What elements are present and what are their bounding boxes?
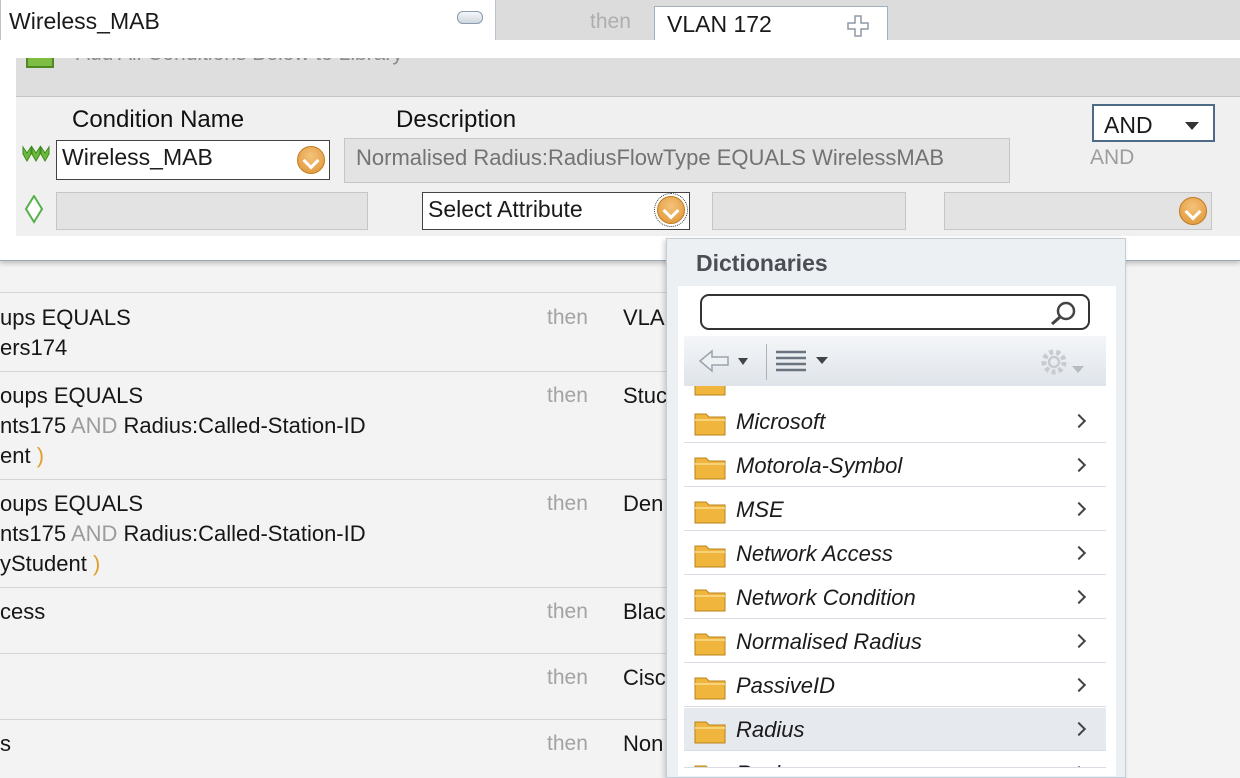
policy-row-result[interactable]: Den <box>623 491 663 517</box>
dictionaries-title: Dictionaries <box>696 250 828 276</box>
folder-icon <box>694 721 726 744</box>
dictionary-item[interactable]: Normalised Radius <box>684 620 1106 663</box>
dictionary-toolbar <box>684 336 1106 387</box>
folder-icon <box>694 413 726 436</box>
folder-icon <box>694 765 708 767</box>
description-header: Description <box>396 106 517 133</box>
condition-picker-button[interactable] <box>297 146 325 174</box>
policy-row-condition: oups EQUALS nts175 AND Radius:Called-Sta… <box>0 491 366 576</box>
attribute-picker-button[interactable] <box>654 193 688 227</box>
select-attribute-field[interactable]: Select Attribute <box>422 192 690 230</box>
chevron-right-icon[interactable] <box>1071 457 1087 473</box>
folder-icon <box>694 545 726 568</box>
chevron-right-icon[interactable] <box>1071 545 1087 561</box>
dictionary-item-label: MSE <box>736 497 784 522</box>
dictionary-item-label: Ruckus <box>736 761 809 767</box>
dictionary-item-label: Network Access <box>736 541 893 566</box>
operator-hint: AND <box>1090 146 1135 169</box>
row-divider <box>0 719 668 720</box>
list-view-icon[interactable] <box>774 348 832 376</box>
condition-name-header: Condition Name <box>72 106 245 133</box>
folder-icon <box>694 633 726 656</box>
condition-name-field[interactable]: Wireless_MAB <box>56 140 330 180</box>
dictionary-item[interactable]: Network Condition <box>684 576 1106 619</box>
row-divider <box>0 653 668 654</box>
policy-row-condition: cess <box>0 599 46 624</box>
policy-row-result[interactable]: Stuc <box>623 383 667 409</box>
add-result-icon[interactable] <box>847 15 869 37</box>
add-to-library-link[interactable]: Add All Conditions Below to Library <box>76 58 403 66</box>
dropdown-arrow-icon <box>1185 122 1199 130</box>
add-to-library-icon[interactable] <box>26 58 54 68</box>
row-divider <box>0 587 668 588</box>
chevron-right-icon[interactable] <box>1071 633 1087 649</box>
dictionary-item-label: PassiveID <box>736 673 836 698</box>
result-field[interactable]: VLAN 172 <box>654 6 888 42</box>
tree-row-partial <box>684 386 1106 401</box>
then-label: then <box>547 600 588 623</box>
value-picker-button[interactable] <box>1179 197 1207 225</box>
condition-description-value: Normalised Radius:RadiusFlowType EQUALS … <box>356 145 945 170</box>
folder-icon <box>694 501 726 524</box>
dictionary-item[interactable]: Microsoft <box>684 400 1106 443</box>
folder-icon <box>694 589 726 612</box>
rule-name-field[interactable]: Wireless_MAB <box>0 0 496 42</box>
search-icon[interactable] <box>1048 300 1078 326</box>
condition-description-field: Normalised Radius:RadiusFlowType EQUALS … <box>344 138 1010 183</box>
operator-select[interactable]: AND <box>1092 104 1215 142</box>
dictionary-item[interactable]: PassiveID <box>684 664 1106 707</box>
then-label: then <box>547 384 588 407</box>
library-condition-icon <box>22 145 50 163</box>
chevron-right-icon[interactable] <box>1071 721 1087 737</box>
library-toolbar: Add All Conditions Below to Library <box>16 58 1240 97</box>
folder-icon <box>694 386 726 396</box>
folder-icon <box>694 677 726 700</box>
policy-row-result[interactable]: Blac <box>623 599 666 625</box>
dictionary-item[interactable]: Ruckus <box>684 752 1106 768</box>
select-attribute-placeholder: Select Attribute <box>428 196 583 222</box>
value-field[interactable] <box>944 192 1212 230</box>
result-text: VLAN 172 <box>667 11 772 37</box>
policy-row-condition: s <box>0 731 11 756</box>
dictionary-item[interactable]: Radius <box>684 708 1106 751</box>
dictionary-item[interactable]: Network Access <box>684 532 1106 575</box>
new-condition-name-field[interactable] <box>56 192 368 230</box>
chevron-right-icon[interactable] <box>1071 501 1087 517</box>
toolbar-divider <box>766 344 767 380</box>
chevron-right-icon[interactable] <box>1071 677 1087 693</box>
row-divider <box>0 292 668 293</box>
collapse-icon[interactable] <box>457 11 483 24</box>
policy-row-condition: ups EQUALS ers174 <box>0 305 131 360</box>
then-label: then <box>547 492 588 515</box>
back-arrow-icon[interactable] <box>698 348 748 374</box>
row-divider <box>0 371 668 372</box>
policy-row-result[interactable]: VLA <box>623 305 665 331</box>
gear-icon[interactable] <box>1038 346 1092 380</box>
then-label: then <box>547 306 588 329</box>
rule-name-text: Wireless_MAB <box>9 8 160 34</box>
dictionary-item-label: Radius <box>736 717 805 742</box>
row-divider <box>0 479 668 480</box>
new-condition-icon <box>24 195 44 224</box>
dictionary-item-label: Normalised Radius <box>736 629 922 654</box>
policy-row-condition: oups EQUALS nts175 AND Radius:Called-Sta… <box>0 383 366 468</box>
dictionary-item-label: Microsoft <box>736 409 826 434</box>
dictionary-search-input[interactable] <box>700 294 1090 330</box>
dictionary-item[interactable]: MSE <box>684 488 1106 531</box>
operator-field[interactable] <box>712 192 906 230</box>
then-label: then <box>590 10 631 33</box>
folder-icon <box>694 457 726 480</box>
dictionary-item[interactable]: Motorola-Symbol <box>684 444 1106 487</box>
then-label: then <box>547 732 588 755</box>
then-label: then <box>547 666 588 689</box>
policy-row-result[interactable]: Non <box>623 731 663 757</box>
operator-value: AND <box>1104 112 1153 138</box>
chevron-right-icon[interactable] <box>1071 413 1087 429</box>
dictionary-item-label: Motorola-Symbol <box>736 453 903 478</box>
dictionary-item-label: Network Condition <box>736 585 916 610</box>
chevron-right-icon[interactable] <box>1071 589 1087 605</box>
condition-name-value: Wireless_MAB <box>62 144 213 170</box>
